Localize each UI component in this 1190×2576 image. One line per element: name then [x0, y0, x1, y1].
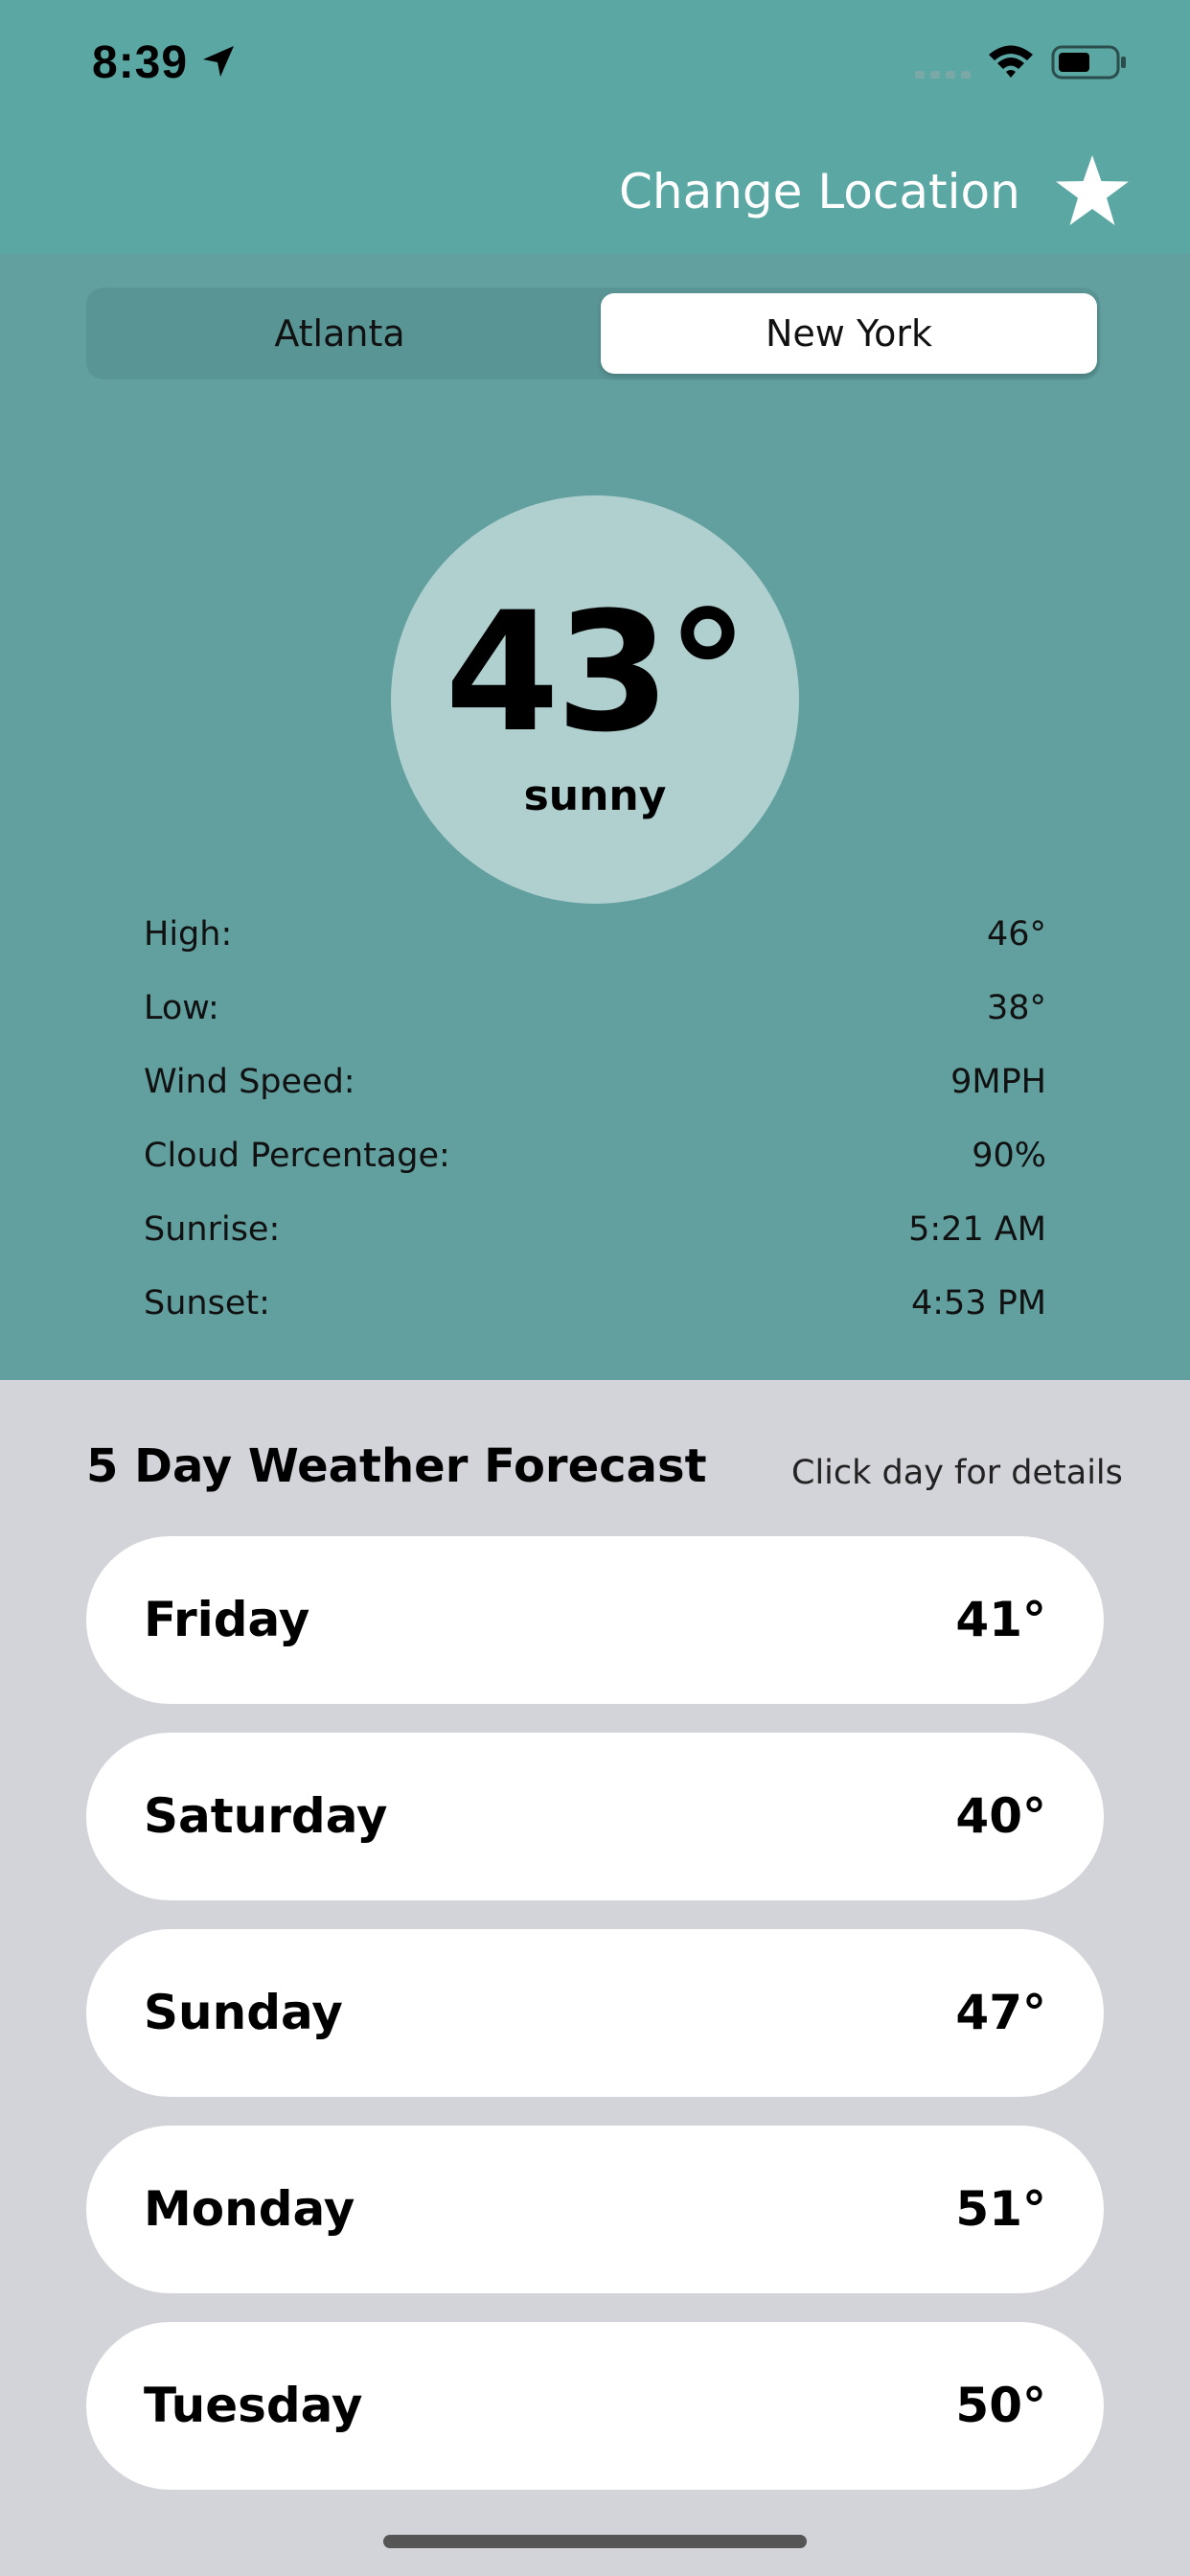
weather-condition: sunny [523, 771, 667, 820]
detail-row-sunrise: Sunrise: 5:21 AM [144, 1206, 1046, 1279]
forecast-day-temp: 51° [955, 2181, 1046, 2237]
forecast-hint: Click day for details [791, 1454, 1123, 1492]
detail-value: 9MPH [950, 1063, 1046, 1101]
detail-label: High: [144, 915, 233, 954]
home-indicator[interactable] [383, 2535, 807, 2548]
cellular-signal-icon [915, 71, 971, 79]
change-location-button[interactable]: Change Location [619, 158, 1020, 225]
top-bar: 8:39 Change Location [0, 0, 1190, 254]
detail-value: 38° [986, 989, 1046, 1027]
forecast-day-card-sunday[interactable]: Sunday 47° [86, 1929, 1104, 2097]
status-bar: 8:39 [0, 0, 1190, 129]
detail-label: Sunset: [144, 1284, 270, 1322]
detail-value: 46° [986, 915, 1046, 954]
detail-label: Low: [144, 989, 219, 1027]
detail-value: 90% [972, 1137, 1046, 1175]
detail-row-cloud-percentage: Cloud Percentage: 90% [144, 1132, 1046, 1206]
city-option-new-york[interactable]: New York [601, 293, 1097, 374]
detail-label: Wind Speed: [144, 1063, 355, 1101]
detail-label: Cloud Percentage: [144, 1137, 450, 1175]
detail-label: Sunrise: [144, 1210, 281, 1249]
city-segmented-control: Atlanta New York [86, 288, 1100, 380]
forecast-day-name: Tuesday [144, 2378, 363, 2433]
battery-icon [1051, 45, 1126, 80]
weather-details-list: High: 46° Low: 38° Wind Speed: 9MPH Clou… [144, 910, 1046, 1353]
detail-row-sunset: Sunset: 4:53 PM [144, 1279, 1046, 1353]
forecast-day-card-monday[interactable]: Monday 51° [86, 2126, 1104, 2293]
forecast-day-name: Saturday [144, 1788, 388, 1844]
weather-screen: 8:39 Change Location Atlanta New York 43… [0, 0, 1190, 2576]
forecast-day-card-tuesday[interactable]: Tuesday 50° [86, 2322, 1104, 2490]
detail-row-wind-speed: Wind Speed: 9MPH [144, 1058, 1046, 1132]
location-arrow-icon [203, 46, 234, 77]
city-option-atlanta[interactable]: Atlanta [86, 288, 593, 380]
forecast-day-card-saturday[interactable]: Saturday 40° [86, 1733, 1104, 1900]
forecast-day-temp: 50° [955, 2378, 1046, 2433]
detail-value: 4:53 PM [910, 1284, 1046, 1322]
current-temperature: 43° [445, 576, 748, 769]
forecast-day-card-friday[interactable]: Friday 41° [86, 1536, 1104, 1704]
detail-value: 5:21 AM [908, 1210, 1046, 1249]
forecast-day-name: Sunday [144, 1985, 343, 2040]
status-time: 8:39 [92, 37, 189, 88]
forecast-day-temp: 41° [955, 1592, 1046, 1647]
forecast-day-temp: 47° [955, 1985, 1046, 2040]
forecast-title: 5 Day Weather Forecast [86, 1439, 707, 1493]
detail-row-low: Low: 38° [144, 984, 1046, 1058]
forecast-day-temp: 40° [955, 1788, 1046, 1844]
star-icon[interactable] [1054, 153, 1131, 228]
detail-row-high: High: 46° [144, 910, 1046, 984]
wifi-icon [989, 45, 1033, 78]
forecast-day-name: Friday [144, 1592, 310, 1647]
temperature-circle: 43° sunny [391, 495, 799, 904]
forecast-day-name: Monday [144, 2181, 355, 2237]
